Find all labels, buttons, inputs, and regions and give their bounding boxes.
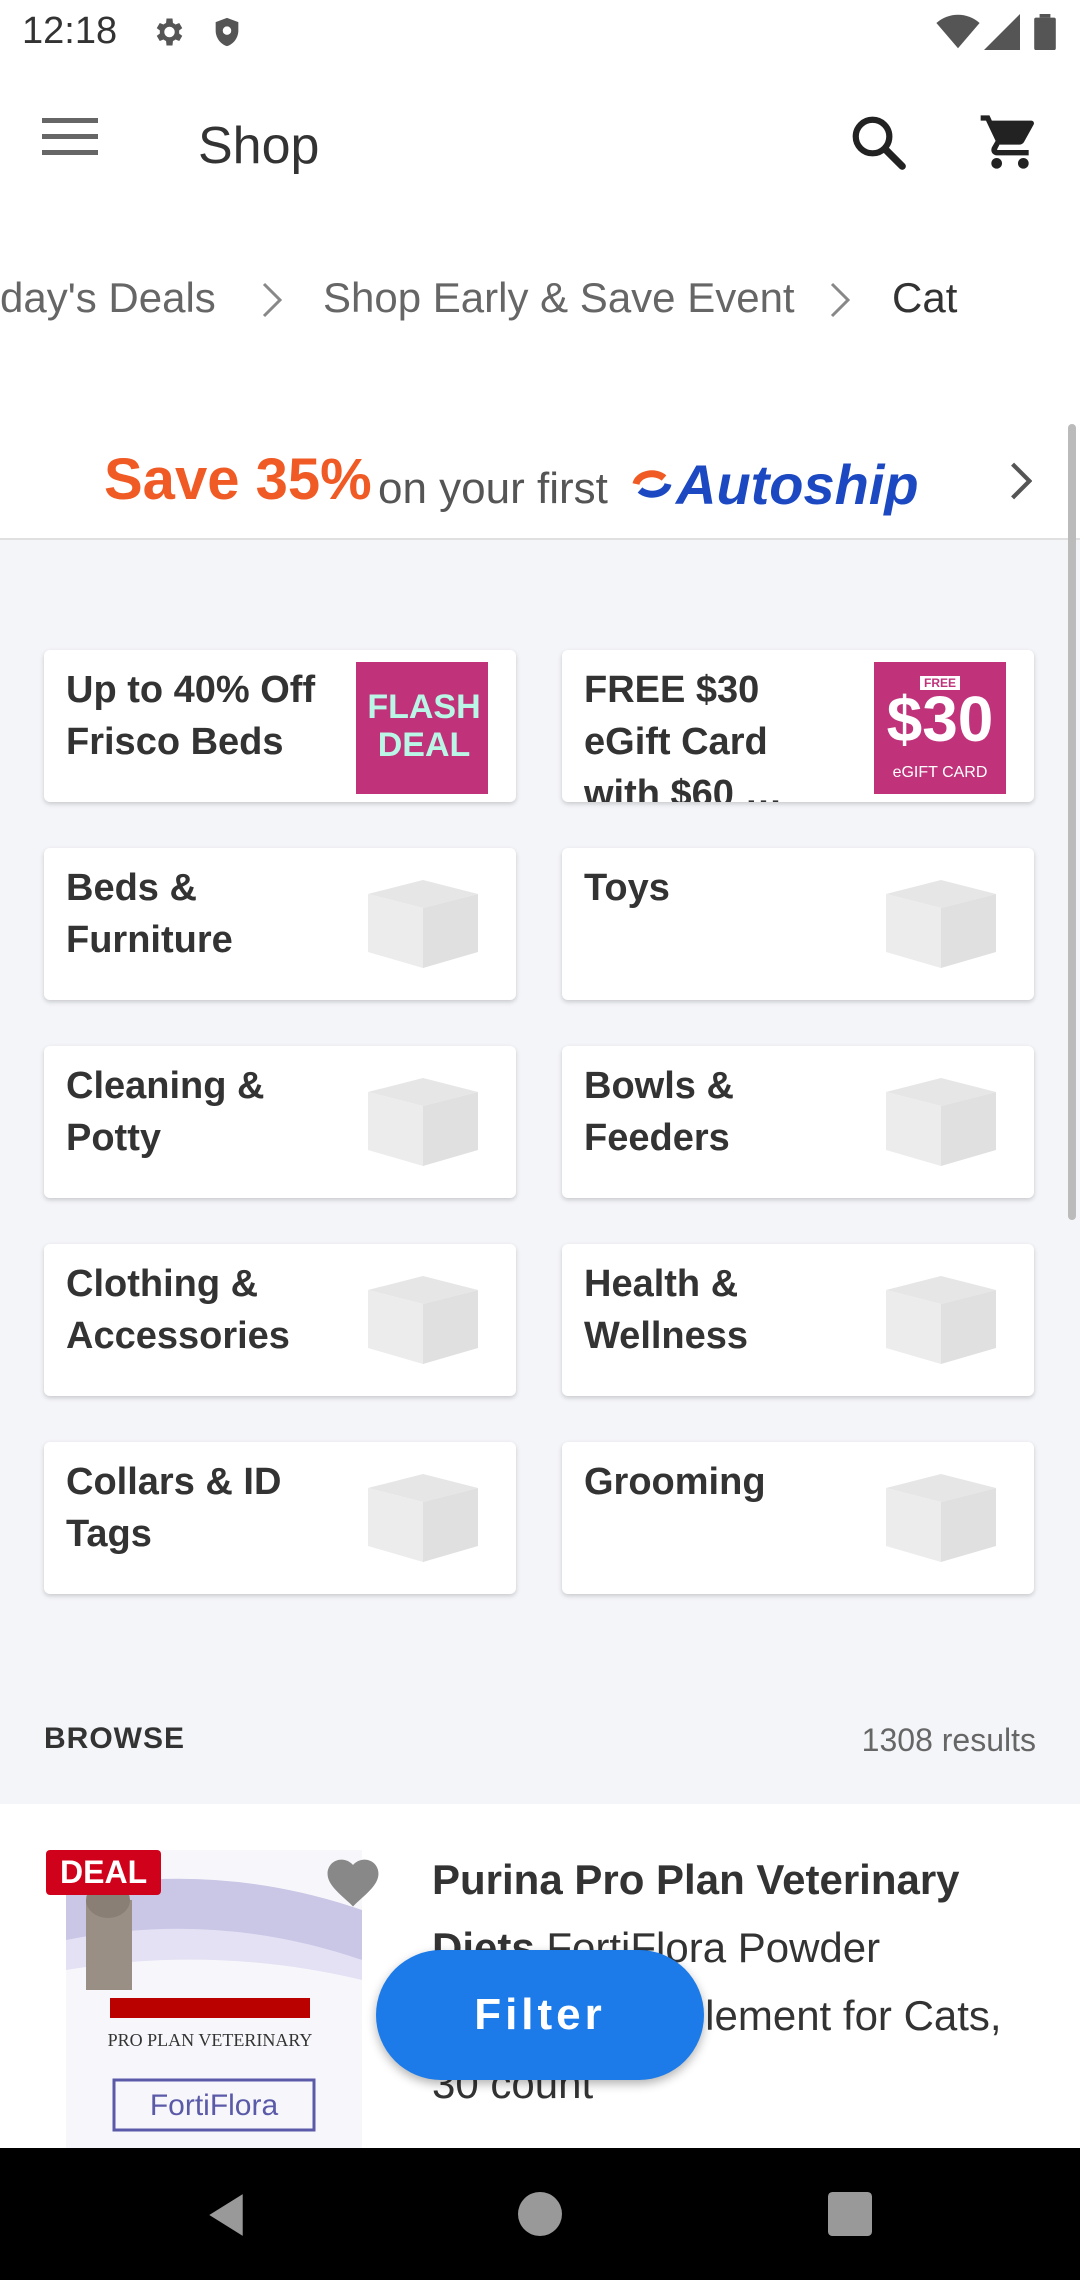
menu-icon (42, 118, 98, 155)
gear-icon (150, 14, 186, 55)
chewy-box-icon (886, 1078, 996, 1166)
tile-bowls-feeders[interactable]: Bowls & Feeders (562, 1046, 1034, 1198)
flash-deal-image: FLASH DEAL (356, 662, 488, 794)
tile-label: Up to 40% Off Frisco Beds (66, 669, 316, 763)
back-icon (209, 2194, 243, 2236)
browse-label: BROWSE (44, 1722, 185, 1755)
page-title: Shop (198, 117, 320, 175)
breadcrumb-item-deals[interactable]: day's Deals (0, 274, 216, 322)
chewy-box-icon (886, 1276, 996, 1364)
breadcrumb: day's Deals Shop Early & Save Event Cat (0, 224, 1080, 426)
shield-icon (210, 14, 244, 55)
heart-icon (327, 1859, 379, 1907)
signal-icon (984, 14, 1020, 55)
autoship-banner[interactable]: Save 35% on your first Autoship (0, 424, 1080, 540)
chewy-box-icon (368, 1078, 478, 1166)
tile-label: Cleaning & Potty (66, 1065, 265, 1159)
tile-label: Bowls & Feeders (584, 1065, 734, 1159)
favorite-button[interactable] (322, 1852, 384, 1913)
product-image-name: FortiFlora (150, 2089, 279, 2122)
chewy-box-icon (368, 880, 478, 968)
home-button[interactable] (518, 2192, 562, 2241)
back-button[interactable] (204, 2192, 248, 2243)
status-bar: 12:18 (0, 0, 1080, 64)
chewy-box-icon (368, 1474, 478, 1562)
scrollbar[interactable] (1068, 424, 1076, 1220)
tile-beds-furniture[interactable]: Beds & Furniture (44, 848, 516, 1000)
tile-grooming[interactable]: Grooming (562, 1442, 1034, 1594)
tile-collars-id-tags[interactable]: Collars & ID Tags (44, 1442, 516, 1594)
chevron-right-icon (262, 280, 283, 328)
autoship-first-text: on your first (378, 464, 608, 513)
tile-label: Beds & Furniture (66, 867, 233, 961)
egift-sub: eGIFT CARD (892, 764, 988, 781)
autoship-logo: Autoship (676, 453, 919, 516)
tile-health-wellness[interactable]: Health & Wellness (562, 1244, 1034, 1396)
tile-cleaning-potty[interactable]: Cleaning & Potty (44, 1046, 516, 1198)
cart-button[interactable] (978, 110, 1048, 180)
status-time: 12:18 (22, 10, 118, 52)
autoship-save-text: Save 35% (104, 447, 372, 512)
flash-deal-text: FLASH DEAL (367, 688, 481, 764)
egift-card-image: FREE $30 eGIFT CARD (874, 662, 1006, 794)
chewy-box-icon (368, 1276, 478, 1364)
tile-label: Grooming (584, 1461, 766, 1503)
tile-label: Health & Wellness (584, 1263, 749, 1357)
home-icon (518, 2192, 562, 2236)
app-bar: Shop (0, 64, 1080, 224)
search-icon (852, 116, 906, 170)
tile-label: Clothing & Accessories (66, 1263, 290, 1357)
chewy-box-icon (886, 1474, 996, 1562)
chevron-right-icon (1010, 462, 1033, 505)
egift-amount: $30 (886, 683, 994, 755)
tile-label: FREE $30 eGift Card with $60 … (584, 669, 783, 802)
cart-icon (980, 115, 1034, 169)
autoship-logo-icon (628, 460, 676, 513)
breadcrumb-item-cat: Cat (892, 274, 958, 321)
search-button[interactable] (848, 112, 918, 182)
tile-frisco-beds-deal[interactable]: Up to 40% Off Frisco Beds FLASH DEAL (44, 650, 516, 802)
wifi-icon (936, 14, 980, 55)
deal-badge: DEAL (46, 1850, 162, 1895)
breadcrumb-item-event[interactable]: Shop Early & Save Event (323, 274, 795, 322)
system-nav-bar (0, 2148, 1080, 2280)
tile-label: Collars & ID Tags (66, 1461, 282, 1555)
chewy-box-icon (886, 880, 996, 968)
results-count: 1308 results (861, 1722, 1036, 1758)
recents-icon (828, 2192, 872, 2236)
recents-button[interactable] (828, 2192, 872, 2241)
battery-icon (1034, 14, 1056, 55)
tile-toys[interactable]: Toys (562, 848, 1034, 1000)
chevron-right-icon (830, 280, 851, 328)
tile-egift-card-deal[interactable]: FREE $30 eGift Card with $60 … FREE $30 … (562, 650, 1034, 802)
tile-clothing-accessories[interactable]: Clothing & Accessories (44, 1244, 516, 1396)
menu-button[interactable] (42, 116, 112, 172)
filter-button[interactable]: Filter (376, 1950, 704, 2080)
product-image-brand: PRO PLAN VETERINARY (108, 2030, 313, 2050)
tile-label: Toys (584, 867, 670, 909)
